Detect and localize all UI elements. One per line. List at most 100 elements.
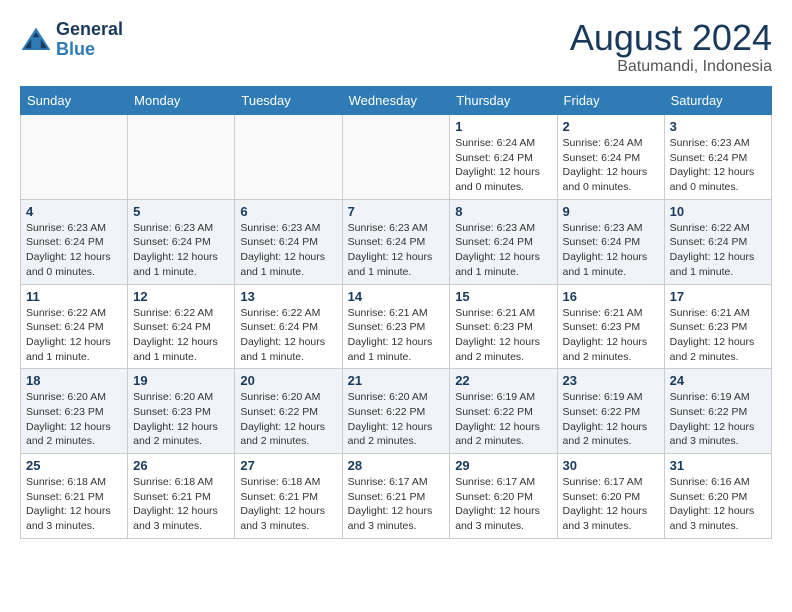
logo: GeneralBlue bbox=[20, 20, 123, 60]
logo-text: GeneralBlue bbox=[56, 20, 123, 60]
calendar-cell: 28 Sunrise: 6:17 AMSunset: 6:21 PMDayligh… bbox=[342, 454, 450, 539]
calendar-cell: 11 Sunrise: 6:22 AMSunset: 6:24 PMDayligh… bbox=[21, 284, 128, 369]
calendar-cell: 23 Sunrise: 6:19 AMSunset: 6:22 PMDayligh… bbox=[557, 369, 664, 454]
calendar-cell: 4Sunrise: 6:23 AMSunset: 6:24 PMDaylight… bbox=[21, 199, 128, 284]
day-info: Sunrise: 6:18 AMSunset: 6:21 PMDaylight:… bbox=[240, 475, 336, 534]
weekday-header-saturday: Saturday bbox=[664, 87, 771, 115]
day-info: Sunrise: 6:20 AMSunset: 6:22 PMDaylight:… bbox=[240, 390, 336, 449]
calendar-cell: 21Sunrise: 6:20 AMSunset: 6:22 PMDayligh… bbox=[342, 369, 450, 454]
calendar-cell: 15 Sunrise: 6:21 AMSunset: 6:23 PMDayligh… bbox=[450, 284, 557, 369]
day-number: 31 bbox=[670, 458, 766, 473]
day-number: 11 bbox=[26, 289, 122, 304]
day-info: Sunrise: 6:17 AMSunset: 6:21 PMDaylight:… bbox=[348, 475, 445, 534]
calendar-cell bbox=[128, 115, 235, 200]
day-info: Sunrise: 6:19 AMSunset: 6:22 PMDaylight:… bbox=[455, 390, 551, 449]
day-number: 13 bbox=[240, 289, 336, 304]
day-info: Sunrise: 6:22 AMSunset: 6:24 PMDaylight:… bbox=[670, 221, 766, 280]
calendar-cell: 26 Sunrise: 6:18 AMSunset: 6:21 PMDayligh… bbox=[128, 454, 235, 539]
day-number: 5 bbox=[133, 204, 229, 219]
day-number: 1 bbox=[455, 119, 551, 134]
day-number: 25 bbox=[26, 458, 122, 473]
day-number: 12 bbox=[133, 289, 229, 304]
day-info: Sunrise: 6:23 AMSunset: 6:24 PMDaylight:… bbox=[348, 221, 445, 280]
day-info: Sunrise: 6:22 AMSunset: 6:24 PMDaylight:… bbox=[240, 306, 336, 365]
calendar-cell: 31 Sunrise: 6:16 AMSunset: 6:20 PMDayligh… bbox=[664, 454, 771, 539]
weekday-header-wednesday: Wednesday bbox=[342, 87, 450, 115]
day-info: Sunrise: 6:23 AMSunset: 6:24 PMDaylight:… bbox=[133, 221, 229, 280]
calendar-cell: 7 Sunrise: 6:23 AMSunset: 6:24 PMDaylight… bbox=[342, 199, 450, 284]
day-info: Sunrise: 6:20 AMSunset: 6:23 PMDaylight:… bbox=[26, 390, 122, 449]
calendar-cell: 16Sunrise: 6:21 AMSunset: 6:23 PMDayligh… bbox=[557, 284, 664, 369]
day-number: 9 bbox=[563, 204, 659, 219]
calendar-cell: 18 Sunrise: 6:20 AMSunset: 6:23 PMDayligh… bbox=[21, 369, 128, 454]
calendar-cell: 2 Sunrise: 6:24 AMSunset: 6:24 PMDaylight… bbox=[557, 115, 664, 200]
day-info: Sunrise: 6:22 AMSunset: 6:24 PMDaylight:… bbox=[26, 306, 122, 365]
calendar-cell: 24Sunrise: 6:19 AMSunset: 6:22 PMDayligh… bbox=[664, 369, 771, 454]
calendar-week-2: 4Sunrise: 6:23 AMSunset: 6:24 PMDaylight… bbox=[21, 199, 772, 284]
weekday-header-thursday: Thursday bbox=[450, 87, 557, 115]
calendar-cell bbox=[342, 115, 450, 200]
calendar-cell bbox=[21, 115, 128, 200]
weekday-header-tuesday: Tuesday bbox=[235, 87, 342, 115]
calendar-cell: 12Sunrise: 6:22 AMSunset: 6:24 PMDayligh… bbox=[128, 284, 235, 369]
calendar-cell: 6Sunrise: 6:23 AMSunset: 6:24 PMDaylight… bbox=[235, 199, 342, 284]
weekday-header-friday: Friday bbox=[557, 87, 664, 115]
day-number: 23 bbox=[563, 373, 659, 388]
day-number: 7 bbox=[348, 204, 445, 219]
calendar-table: SundayMondayTuesdayWednesdayThursdayFrid… bbox=[20, 86, 772, 539]
calendar-week-5: 25 Sunrise: 6:18 AMSunset: 6:21 PMDayligh… bbox=[21, 454, 772, 539]
day-info: Sunrise: 6:16 AMSunset: 6:20 PMDaylight:… bbox=[670, 475, 766, 534]
logo-icon bbox=[20, 26, 52, 54]
day-info: Sunrise: 6:20 AMSunset: 6:23 PMDaylight:… bbox=[133, 390, 229, 449]
day-info: Sunrise: 6:23 AMSunset: 6:24 PMDaylight:… bbox=[670, 136, 766, 195]
day-info: Sunrise: 6:23 AMSunset: 6:24 PMDaylight:… bbox=[26, 221, 122, 280]
calendar-cell: 25 Sunrise: 6:18 AMSunset: 6:21 PMDayligh… bbox=[21, 454, 128, 539]
calendar-cell: 1 Sunrise: 6:24 AMSunset: 6:24 PMDaylight… bbox=[450, 115, 557, 200]
calendar-cell: 8Sunrise: 6:23 AMSunset: 6:24 PMDaylight… bbox=[450, 199, 557, 284]
calendar-cell: 22Sunrise: 6:19 AMSunset: 6:22 PMDayligh… bbox=[450, 369, 557, 454]
day-number: 28 bbox=[348, 458, 445, 473]
calendar-header-row: SundayMondayTuesdayWednesdayThursdayFrid… bbox=[21, 87, 772, 115]
day-info: Sunrise: 6:21 AMSunset: 6:23 PMDaylight:… bbox=[348, 306, 445, 365]
day-info: Sunrise: 6:23 AMSunset: 6:24 PMDaylight:… bbox=[563, 221, 659, 280]
day-info: Sunrise: 6:18 AMSunset: 6:21 PMDaylight:… bbox=[133, 475, 229, 534]
calendar-cell: 10 Sunrise: 6:22 AMSunset: 6:24 PMDayligh… bbox=[664, 199, 771, 284]
day-number: 26 bbox=[133, 458, 229, 473]
day-number: 18 bbox=[26, 373, 122, 388]
calendar-cell bbox=[235, 115, 342, 200]
weekday-header-sunday: Sunday bbox=[21, 87, 128, 115]
day-number: 2 bbox=[563, 119, 659, 134]
day-info: Sunrise: 6:17 AMSunset: 6:20 PMDaylight:… bbox=[455, 475, 551, 534]
title-block: August 2024 Batumandi, Indonesia bbox=[570, 20, 772, 76]
day-info: Sunrise: 6:23 AMSunset: 6:24 PMDaylight:… bbox=[240, 221, 336, 280]
day-info: Sunrise: 6:18 AMSunset: 6:21 PMDaylight:… bbox=[26, 475, 122, 534]
day-info: Sunrise: 6:23 AMSunset: 6:24 PMDaylight:… bbox=[455, 221, 551, 280]
day-number: 3 bbox=[670, 119, 766, 134]
calendar-cell: 13 Sunrise: 6:22 AMSunset: 6:24 PMDayligh… bbox=[235, 284, 342, 369]
calendar-cell: 27 Sunrise: 6:18 AMSunset: 6:21 PMDayligh… bbox=[235, 454, 342, 539]
calendar-cell: 17Sunrise: 6:21 AMSunset: 6:23 PMDayligh… bbox=[664, 284, 771, 369]
calendar-week-1: 1 Sunrise: 6:24 AMSunset: 6:24 PMDaylight… bbox=[21, 115, 772, 200]
day-info: Sunrise: 6:19 AMSunset: 6:22 PMDaylight:… bbox=[563, 390, 659, 449]
day-number: 15 bbox=[455, 289, 551, 304]
day-number: 10 bbox=[670, 204, 766, 219]
day-info: Sunrise: 6:24 AMSunset: 6:24 PMDaylight:… bbox=[455, 136, 551, 195]
day-number: 30 bbox=[563, 458, 659, 473]
calendar-cell: 20Sunrise: 6:20 AMSunset: 6:22 PMDayligh… bbox=[235, 369, 342, 454]
day-info: Sunrise: 6:21 AMSunset: 6:23 PMDaylight:… bbox=[670, 306, 766, 365]
day-info: Sunrise: 6:21 AMSunset: 6:23 PMDaylight:… bbox=[455, 306, 551, 365]
day-number: 24 bbox=[670, 373, 766, 388]
day-number: 27 bbox=[240, 458, 336, 473]
month-title: August 2024 bbox=[570, 20, 772, 56]
calendar-cell: 9 Sunrise: 6:23 AMSunset: 6:24 PMDaylight… bbox=[557, 199, 664, 284]
day-number: 16 bbox=[563, 289, 659, 304]
day-number: 14 bbox=[348, 289, 445, 304]
day-info: Sunrise: 6:24 AMSunset: 6:24 PMDaylight:… bbox=[563, 136, 659, 195]
day-number: 29 bbox=[455, 458, 551, 473]
calendar-cell: 30Sunrise: 6:17 AMSunset: 6:20 PMDayligh… bbox=[557, 454, 664, 539]
day-info: Sunrise: 6:20 AMSunset: 6:22 PMDaylight:… bbox=[348, 390, 445, 449]
weekday-header-monday: Monday bbox=[128, 87, 235, 115]
location: Batumandi, Indonesia bbox=[570, 58, 772, 76]
calendar-cell: 19Sunrise: 6:20 AMSunset: 6:23 PMDayligh… bbox=[128, 369, 235, 454]
calendar-cell: 29 Sunrise: 6:17 AMSunset: 6:20 PMDayligh… bbox=[450, 454, 557, 539]
